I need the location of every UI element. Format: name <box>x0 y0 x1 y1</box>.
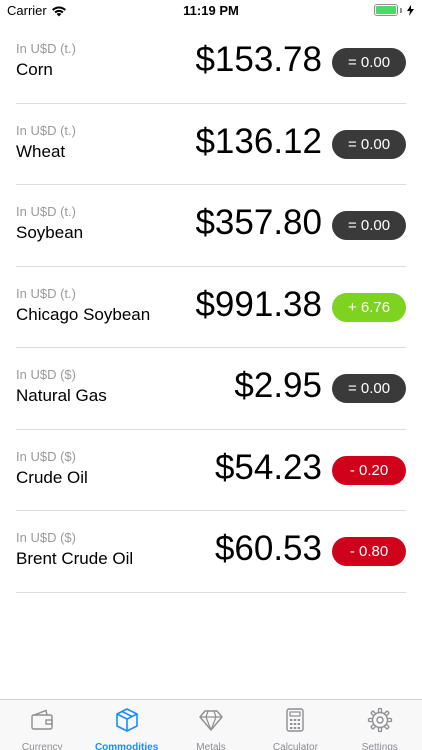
gear-icon <box>367 707 393 738</box>
commodity-unit: In U$D ($) <box>16 448 76 464</box>
commodity-price: $357.80 <box>195 203 322 242</box>
tab-metals[interactable]: Metals <box>169 700 253 750</box>
change-badge: + 6.76 <box>332 292 406 322</box>
tab-label: Calculator <box>272 742 318 750</box>
tab-calculator[interactable]: Calculator <box>253 700 337 750</box>
status-bar: Carrier 11:19 PM <box>0 0 422 22</box>
commodity-row[interactable]: In U$D ($) Natural Gas $2.95 = 0.00 <box>16 348 406 430</box>
commodity-row[interactable]: In U$D ($) Brent Crude Oil $60.53 - 0.80 <box>16 511 406 593</box>
calculator-icon <box>282 707 308 738</box>
change-badge: - 0.20 <box>332 455 406 485</box>
commodity-list: In U$D (t.) Corn $153.78 = 0.00 In U$D (t.) W… <box>0 22 422 593</box>
commodity-name: Soybean <box>16 223 84 242</box>
tab-label: Metals <box>196 742 226 750</box>
tab-label: Commodities <box>94 742 159 750</box>
commodity-row[interactable]: In U$D ($) Crude Oil $54.23 - 0.20 <box>16 430 406 511</box>
commodity-price: $991.38 <box>195 284 322 324</box>
change-badge: = 0.00 <box>332 374 406 403</box>
commodity-unit: In U$D (t.) <box>16 41 76 56</box>
commodity-price: $60.53 <box>214 529 322 568</box>
commodity-row[interactable]: In U$D (t.) Corn $153.78 = 0.00 <box>16 22 406 104</box>
tab-bar: Currency Commodities Metals Calculator Setti… <box>0 699 422 750</box>
commodity-unit: In U$D ($) <box>16 367 76 382</box>
commodity-row[interactable]: In U$D (t.) Wheat $136.12 = 0.00 <box>16 104 406 185</box>
commodity-unit: In U$D (t.) <box>16 285 76 301</box>
commodity-name: Natural Gas <box>16 386 107 405</box>
commodity-unit: In U$D (t.) <box>16 204 76 219</box>
commodity-name: Brent Crude Oil <box>16 549 134 568</box>
commodity-name: Crude Oil <box>16 467 88 487</box>
commodity-price: $153.78 <box>195 40 322 79</box>
commodity-unit: In U$D (t.) <box>16 122 76 138</box>
battery-icon <box>374 4 414 16</box>
commodity-price: $2.95 <box>234 366 322 405</box>
change-badge: = 0.00 <box>332 48 406 77</box>
tab-commodities[interactable]: Commodities <box>84 700 168 750</box>
commodity-row[interactable]: In U$D (t.) Soybean $357.80 = 0.00 <box>16 185 406 267</box>
status-time: 11:19 PM <box>183 3 239 18</box>
commodity-name: Corn <box>16 60 53 79</box>
diamond-icon <box>198 707 224 738</box>
commodity-row[interactable]: In U$D (t.) Chicago Soybean $991.38 + 6.76 <box>16 267 406 348</box>
commodity-price: $136.12 <box>195 121 322 161</box>
wallet-icon <box>29 707 55 738</box>
change-badge: = 0.00 <box>332 129 406 159</box>
tab-label: Currency <box>21 742 63 750</box>
change-badge: = 0.00 <box>332 211 406 240</box>
change-badge: - 0.80 <box>332 537 406 566</box>
charging-bolt-icon <box>407 4 414 16</box>
tab-label: Settings <box>361 742 398 750</box>
commodity-name: Wheat <box>16 141 66 161</box>
commodity-price: $54.23 <box>214 447 322 487</box>
tab-currency[interactable]: Currency <box>0 700 84 750</box>
tab-settings[interactable]: Settings <box>338 700 422 750</box>
commodity-name: Chicago Soybean <box>16 304 151 324</box>
box-icon <box>114 707 140 738</box>
commodity-unit: In U$D ($) <box>16 530 76 545</box>
